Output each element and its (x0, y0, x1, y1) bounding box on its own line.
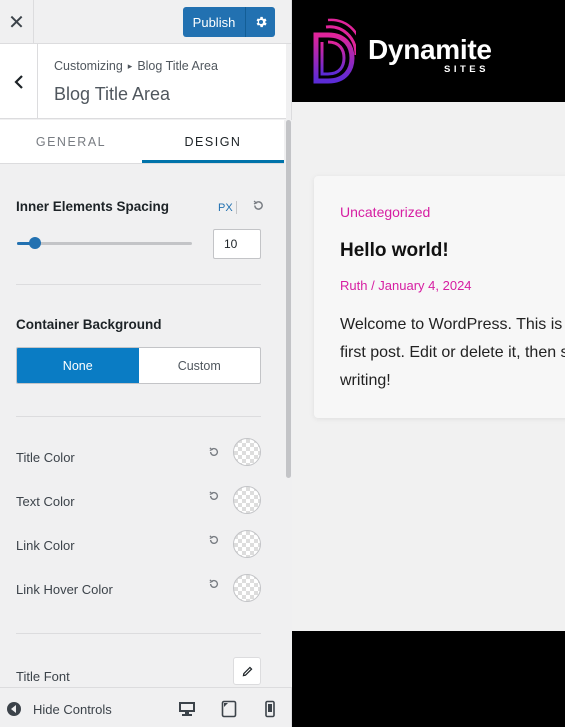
divider (16, 284, 261, 285)
logo-wordmark[interactable]: Dynamite (368, 34, 492, 66)
design-panel: Inner Elements Spacing PX Container Back… (0, 165, 284, 687)
spacing-slider-handle[interactable] (29, 237, 41, 249)
logo-tagline: SITES (444, 64, 489, 75)
background-option-none[interactable]: None (17, 348, 139, 383)
text-color-label: Text Color (16, 494, 75, 509)
title-color-swatch[interactable] (233, 438, 261, 466)
divider (16, 416, 261, 417)
reset-icon[interactable] (208, 446, 220, 461)
reset-icon[interactable] (208, 490, 220, 505)
background-option-custom[interactable]: Custom (139, 348, 261, 383)
text-color-swatch[interactable] (233, 486, 261, 514)
close-icon[interactable]: ✕ (0, 0, 34, 44)
breadcrumb: Customizing ▸ Blog Title Area (54, 59, 218, 73)
customizer-footer: Hide Controls (0, 687, 291, 727)
scrollbar-thumb[interactable] (286, 120, 291, 478)
link-hover-color-label: Link Hover Color (16, 582, 113, 597)
section-title: Blog Title Area (54, 84, 171, 104)
link-color-label: Link Color (16, 538, 75, 553)
unit-selector[interactable]: PX (218, 202, 233, 214)
excerpt-line: Welcome to WordPress. This is your (340, 316, 565, 333)
post-title-link[interactable]: Hello world! (340, 240, 449, 262)
reset-icon[interactable] (252, 199, 265, 215)
unit-divider (236, 201, 237, 214)
publish-button[interactable]: Publish (183, 7, 245, 37)
link-color-swatch[interactable] (233, 530, 261, 558)
post-meta[interactable]: Ruth / January 4, 2024 (340, 278, 472, 293)
back-icon[interactable] (0, 44, 38, 119)
tab-general[interactable]: GENERAL (0, 120, 142, 163)
mobile-icon[interactable] (261, 700, 279, 718)
spacing-slider-track[interactable] (17, 242, 192, 245)
breadcrumb-leaf: Blog Title Area (137, 59, 218, 73)
dynamite-logo-icon[interactable] (312, 15, 356, 85)
tablet-icon[interactable] (220, 700, 238, 718)
desktop-icon[interactable] (178, 700, 196, 718)
divider (16, 633, 261, 634)
tab-design[interactable]: DESIGN (142, 120, 284, 163)
post-category-link[interactable]: Uncategorized (340, 204, 430, 220)
excerpt-line: writing! (340, 372, 391, 389)
spacing-label: Inner Elements Spacing (16, 199, 170, 214)
publish-group: Publish (183, 7, 275, 37)
gear-icon[interactable] (245, 7, 275, 37)
section-header: Customizing ▸ Blog Title Area Blog Title A… (0, 44, 286, 119)
tab-bar: GENERAL DESIGN (0, 120, 284, 164)
post-card: Uncategorized Hello world! Ruth / Januar… (314, 176, 565, 418)
breadcrumb-root: Customizing (54, 59, 123, 73)
breadcrumb-separator-icon: ▸ (127, 61, 133, 71)
site-preview: Dynamite SITES Uncategorized Hello world… (292, 0, 565, 727)
panel-scrollbar[interactable] (284, 120, 292, 687)
site-footer (292, 631, 565, 727)
hide-controls-button[interactable]: Hide Controls (33, 702, 112, 717)
collapse-arrow-icon[interactable] (7, 702, 21, 716)
link-hover-color-swatch[interactable] (233, 574, 261, 602)
pencil-icon[interactable] (233, 657, 261, 685)
spacing-number-input[interactable] (213, 229, 261, 259)
background-label: Container Background (16, 317, 162, 332)
post-excerpt: Welcome to WordPress. This is your first… (340, 311, 565, 395)
customizer-topbar: ✕ Publish (0, 0, 291, 44)
title-font-label: Title Font (16, 669, 70, 684)
excerpt-line: first post. Edit or delete it, then star… (340, 344, 565, 361)
reset-icon[interactable] (208, 578, 220, 593)
title-color-label: Title Color (16, 450, 75, 465)
reset-icon[interactable] (208, 534, 220, 549)
site-header: Dynamite SITES (292, 0, 565, 102)
customizer-sidebar: ✕ Publish Customizing ▸ Blog Title Area Bl… (0, 0, 292, 727)
background-toggle: None Custom (16, 347, 261, 384)
